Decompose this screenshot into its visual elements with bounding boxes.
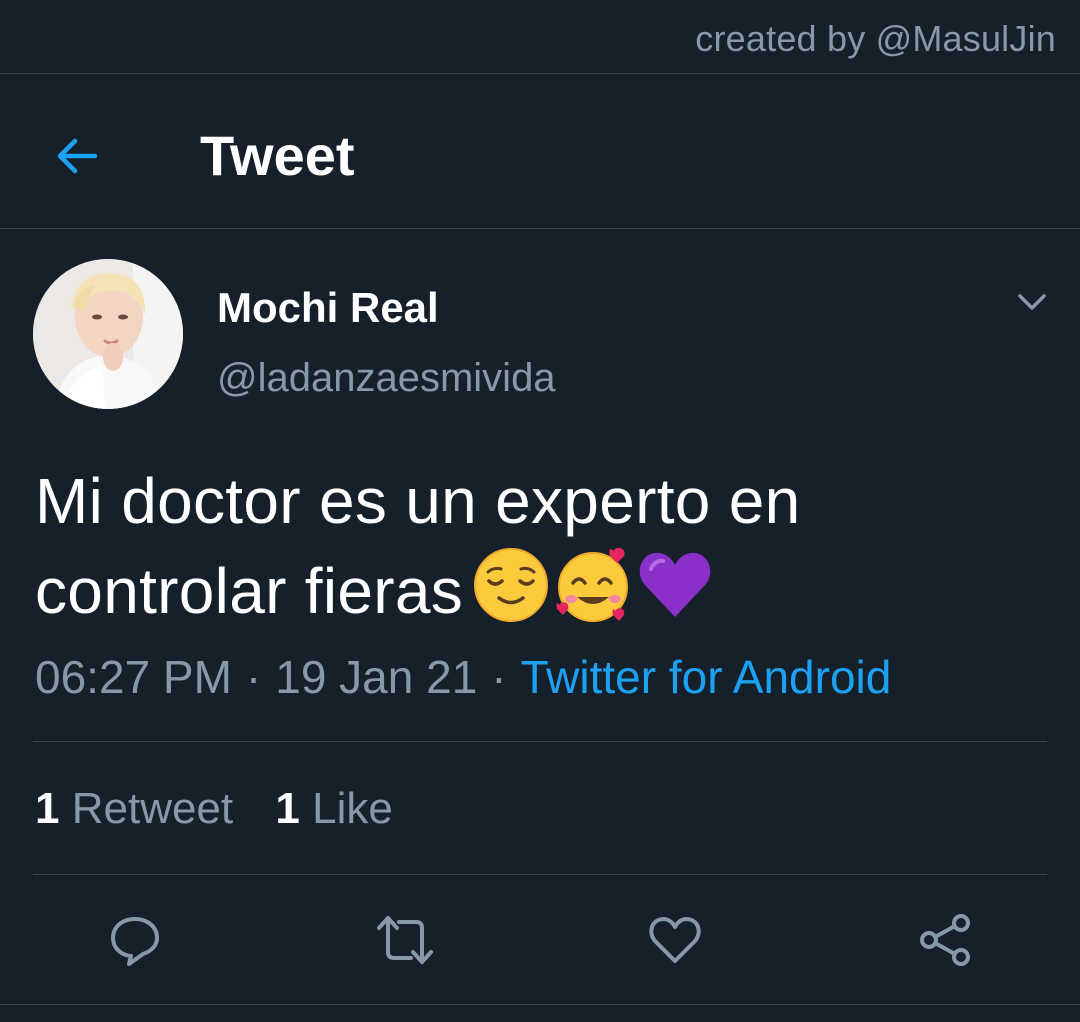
watermark-bar: created by @MasulJin — [0, 0, 1080, 74]
top-header: Tweet — [0, 75, 1080, 229]
relieved-face-emoji — [474, 548, 549, 622]
action-bar — [0, 905, 1080, 975]
emoji-row — [471, 545, 715, 625]
retweet-button[interactable] — [370, 905, 440, 975]
retweet-icon — [377, 916, 433, 964]
like-icon — [649, 917, 701, 963]
arrow-left-icon — [57, 138, 98, 174]
divider — [33, 874, 1047, 875]
more-options-button[interactable] — [1010, 280, 1054, 324]
chevron-down-icon — [1018, 294, 1046, 310]
page-title: Tweet — [200, 124, 355, 187]
like-count: 1 — [275, 784, 300, 833]
avatar[interactable] — [33, 259, 183, 409]
purple-heart-emoji — [639, 552, 711, 617]
like-label: Like — [312, 784, 393, 833]
author-handle[interactable]: @ladanzaesmivida — [217, 356, 556, 401]
retweet-stat[interactable]: 1 Retweet — [35, 784, 233, 834]
meta-separator: · — [491, 651, 507, 703]
divider — [33, 741, 1047, 742]
share-icon — [920, 914, 970, 966]
smiling-face-with-hearts-emoji — [556, 547, 629, 622]
tweet-time: 06:27 PM — [35, 651, 232, 703]
like-button[interactable] — [640, 905, 710, 975]
retweet-count: 1 — [35, 784, 60, 833]
tweet-text-line-2-row: controlar fieras — [35, 545, 1045, 635]
tweet-body: Mi doctor es un experto en controlar fie… — [35, 458, 1045, 635]
like-stat[interactable]: 1 Like — [275, 784, 392, 834]
tweet-client-link[interactable]: Twitter for Android — [521, 651, 892, 703]
engagement-stats: 1 Retweet 1 Like — [35, 784, 423, 834]
divider — [0, 1004, 1080, 1005]
author-display-name[interactable]: Mochi Real — [217, 284, 439, 332]
avatar-photo — [33, 259, 183, 409]
retweet-label: Retweet — [71, 784, 234, 833]
reply-button[interactable] — [100, 905, 170, 975]
share-button[interactable] — [910, 905, 980, 975]
watermark-text: created by @MasulJin — [695, 18, 1056, 59]
tweet-text-line-2: controlar fieras — [35, 555, 464, 627]
tweet-text-line-1: Mi doctor es un experto en — [35, 465, 801, 537]
tweet-date: 19 Jan 21 — [275, 651, 478, 703]
reply-icon — [111, 917, 159, 966]
back-button[interactable] — [40, 119, 114, 193]
meta-separator: · — [245, 651, 262, 703]
tweet-meta: 06:27 PM · 19 Jan 21 · Twitter for Android — [35, 650, 891, 704]
